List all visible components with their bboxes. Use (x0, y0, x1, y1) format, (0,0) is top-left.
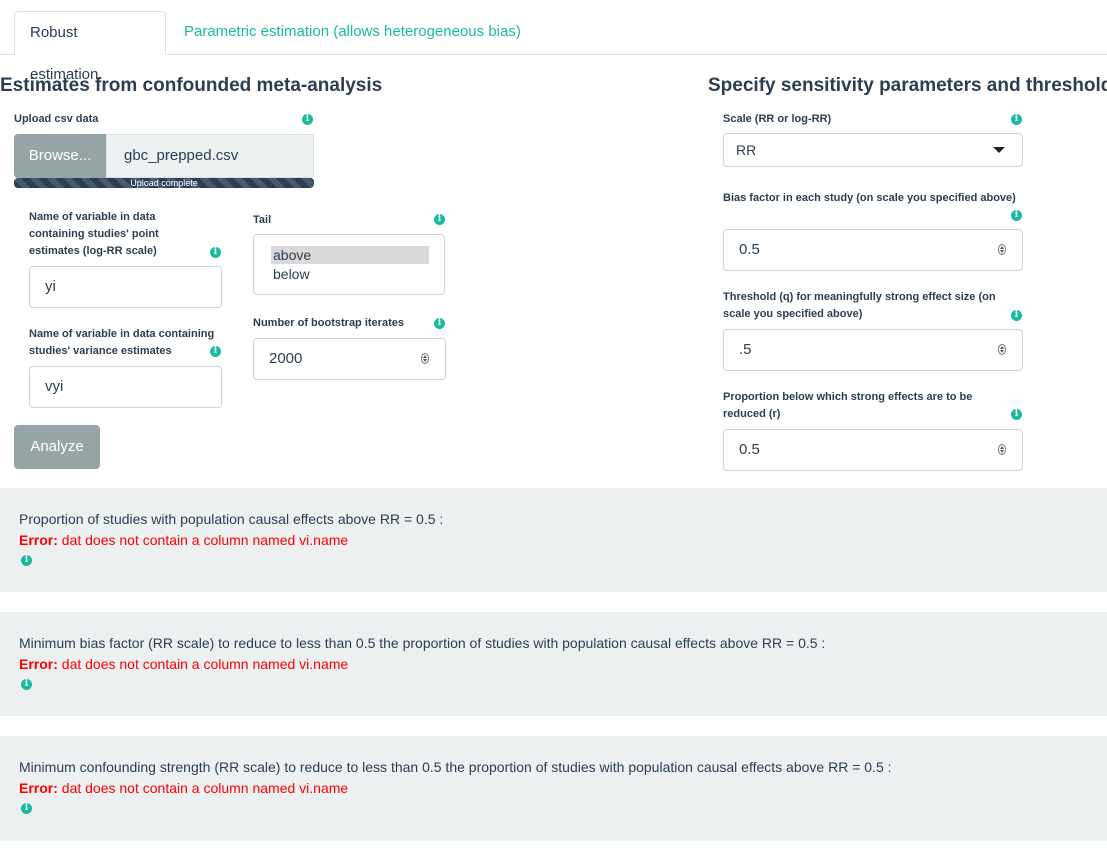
spinner-icon[interactable] (998, 344, 1006, 355)
tab-robust-estimation[interactable]: Robust estimation (14, 11, 166, 83)
threshold-q-label: Threshold (q) for meaningfully strong ef… (723, 291, 996, 320)
error-prefix: Error: (19, 656, 58, 672)
bias-value: 0.5 (739, 241, 760, 258)
error-text: dat does not contain a column named vi.n… (57, 780, 349, 796)
error-message: Error: dat does not contain a column nam… (19, 532, 348, 548)
error-text: dat does not contain a column named vi.n… (57, 656, 349, 672)
result-text: Minimum bias factor (RR scale) to reduce… (19, 635, 826, 651)
upload-label: Upload csv data (14, 113, 99, 125)
vi-label: Name of variable in data containing stud… (29, 328, 215, 357)
filename-field: gbc_prepped.csv (106, 134, 314, 178)
scale-value: RR (736, 142, 757, 158)
spinner-icon[interactable] (998, 244, 1006, 255)
bootstrap-label: Number of bootstrap iterates (253, 317, 404, 329)
bias-label: Bias factor in each study (on scale you … (723, 192, 1016, 204)
vi-input[interactable]: vyi (29, 366, 222, 408)
spinner-icon[interactable] (421, 353, 429, 364)
threshold-q-input[interactable]: .5 (723, 329, 1023, 371)
chevron-down-icon (993, 147, 1005, 153)
result-panel: Minimum bias factor (RR scale) to reduce… (0, 612, 1107, 716)
info-icon[interactable]: i (302, 114, 313, 125)
tab-parametric-estimation[interactable]: Parametric estimation (allows heterogene… (169, 11, 536, 53)
result-text: Minimum confounding strength (RR scale) … (19, 759, 892, 775)
yi-input[interactable]: yi (29, 266, 222, 308)
info-icon[interactable]: i (21, 803, 32, 814)
right-section-title: Specify sensitivity parameters and thres… (708, 75, 1107, 96)
bootstrap-input[interactable]: 2000 (253, 338, 446, 380)
result-panel: Minimum confounding strength (RR scale) … (0, 736, 1107, 841)
info-icon[interactable]: i (210, 247, 221, 258)
error-prefix: Error: (19, 532, 58, 548)
error-message: Error: dat does not contain a column nam… (19, 656, 348, 672)
proportion-r-value: 0.5 (739, 441, 760, 458)
tail-label: Tail (253, 214, 272, 226)
analyze-button[interactable]: Analyze (14, 425, 100, 469)
bootstrap-value: 2000 (269, 350, 303, 367)
tab-bar: Robust estimation Parametric estimation … (0, 0, 1107, 83)
info-icon[interactable]: i (1011, 310, 1022, 321)
result-text: Proportion of studies with population ca… (19, 511, 444, 527)
result-panel: Proportion of studies with population ca… (0, 488, 1107, 592)
proportion-r-label: Proportion below which strong effects ar… (723, 391, 973, 420)
upload-progress-bar: Upload complete (14, 178, 314, 188)
info-icon[interactable]: i (1011, 210, 1022, 221)
scale-label: Scale (RR or log-RR) (723, 113, 832, 125)
info-icon[interactable]: i (210, 346, 221, 357)
yi-label: Name of variable in data containing stud… (29, 211, 159, 257)
browse-button[interactable]: Browse... (14, 134, 106, 178)
error-prefix: Error: (19, 780, 58, 796)
info-icon[interactable]: i (434, 318, 445, 329)
left-section-title: Estimates from confounded meta-analysis (0, 75, 383, 96)
spinner-icon[interactable] (998, 444, 1006, 455)
tail-option-above[interactable]: above (271, 246, 429, 264)
info-icon[interactable]: i (434, 214, 445, 225)
info-icon[interactable]: i (21, 555, 32, 566)
tail-option-below[interactable]: below (271, 265, 429, 283)
error-message: Error: dat does not contain a column nam… (19, 780, 348, 796)
info-icon[interactable]: i (1011, 114, 1022, 125)
info-icon[interactable]: i (1011, 409, 1022, 420)
info-icon[interactable]: i (21, 679, 32, 690)
proportion-r-input[interactable]: 0.5 (723, 429, 1023, 471)
threshold-q-value: .5 (739, 341, 752, 358)
scale-select[interactable]: RR (723, 133, 1023, 167)
bias-input[interactable]: 0.5 (723, 229, 1023, 271)
error-text: dat does not contain a column named vi.n… (57, 532, 349, 548)
tail-listbox[interactable]: above below (253, 234, 445, 295)
